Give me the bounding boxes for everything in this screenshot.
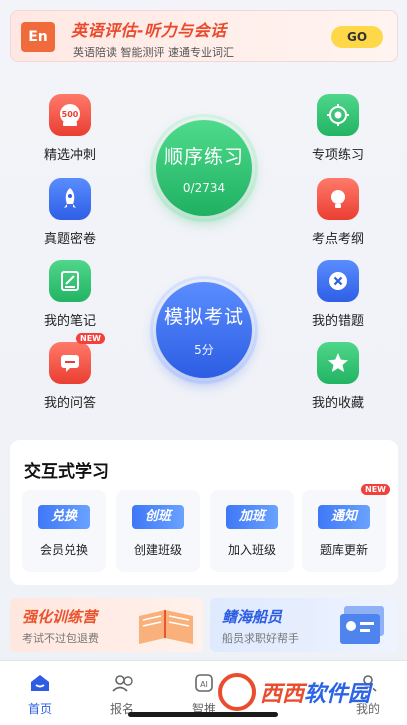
promo-title: 鳍海船员 (222, 608, 283, 626)
item-label: 会员兑换 (39, 543, 88, 557)
grid-label: 考点考纲 (311, 232, 364, 247)
redeem-icon: 兑换 (38, 505, 90, 529)
watermark-text: 西西软件园 (260, 682, 371, 707)
ai-icon: AI (195, 674, 213, 692)
grid-label: 我的笔记 (43, 314, 96, 329)
nav-register[interactable]: 报名 (92, 673, 152, 717)
grid-item-sprint[interactable]: 500 精选冲刺 (30, 94, 110, 163)
item-label: 创建班级 (133, 543, 182, 557)
book-icon (139, 610, 193, 644)
grid-item-favorites[interactable]: 我的收藏 (298, 342, 378, 411)
training-camp-promo[interactable]: 强化训练营 考试不过包退费 (10, 598, 203, 652)
sequential-title: 顺序练习 (163, 145, 244, 168)
home-icon (31, 675, 49, 691)
item-label: 题库更新 (319, 543, 368, 557)
banner-title: 英语评估-听力与会话 (71, 21, 227, 40)
question-bank-update-item[interactable]: 通知 题库更新 NEW (302, 484, 390, 572)
grid-label: 精选冲刺 (43, 148, 96, 163)
sequential-progress: 0/2734 (182, 180, 226, 195)
create-class-icon: 创班 (132, 505, 184, 529)
membership-redeem-item[interactable]: 兑换 会员兑换 (22, 490, 106, 572)
promo-subtitle: 考试不过包退费 (22, 632, 99, 645)
grid-item-special-practice[interactable]: 专项练习 (298, 94, 378, 163)
join-class-icon: 加班 (226, 505, 278, 529)
lightbulb-icon (317, 178, 359, 220)
grid-item-qa[interactable]: NEW 我的问答 (30, 333, 110, 411)
new-badge: NEW (76, 333, 105, 344)
go-button[interactable]: GO (331, 26, 383, 48)
svg-text:AI: AI (200, 680, 208, 689)
watermark-logo: 西西软件园 (218, 672, 388, 712)
create-class-item[interactable]: 创班 创建班级 (116, 490, 200, 572)
grid-label: 我的错题 (311, 314, 364, 329)
id-card-icon (340, 606, 384, 644)
rocket-icon (49, 178, 91, 220)
new-badge: NEW (361, 484, 390, 495)
item-label: 加入班级 (227, 543, 276, 557)
star-icon (317, 342, 359, 384)
banner-subtitle: 英语陪读 智能测评 速通专业词汇 (73, 46, 234, 59)
practice-panel: 500 精选冲刺 真题密卷 我的笔记 NEW 我的问答 专项练习 考点考纲 我的… (10, 78, 398, 424)
section-title: 交互式学习 (24, 462, 109, 482)
nav-label: 首页 (27, 702, 52, 716)
x-circle-icon (317, 260, 359, 302)
notice-icon: 通知 (318, 505, 370, 529)
watermark-circle-icon (218, 673, 256, 711)
chat-icon: NEW (49, 333, 105, 384)
promo-subtitle: 船员求职好帮手 (222, 632, 299, 645)
promo-title: 强化训练营 (22, 608, 98, 626)
grid-item-notes[interactable]: 我的笔记 (30, 260, 110, 329)
grid-label: 我的收藏 (311, 396, 364, 411)
grid-item-exam-papers[interactable]: 真题密卷 (30, 178, 110, 247)
500-badge-icon: 500 (49, 94, 91, 136)
nav-home[interactable]: 首页 (10, 673, 70, 717)
mock-exam-duration: 5分 (194, 343, 214, 357)
grid-item-wrong-questions[interactable]: 我的错题 (298, 260, 378, 329)
home-indicator (128, 712, 278, 717)
target-icon (317, 94, 359, 136)
crew-promo[interactable]: 鳍海船员 船员求职好帮手 (210, 598, 398, 652)
en-logo-icon: En (21, 22, 55, 52)
promo-banner[interactable]: En 英语评估-听力与会话 英语陪读 智能测评 速通专业词汇 GO (10, 10, 398, 62)
grid-label: 专项练习 (311, 148, 364, 163)
sequential-practice-button[interactable]: 顺序练习 0/2734 (156, 120, 252, 216)
mock-exam-button[interactable]: 模拟考试 5分 (156, 282, 252, 378)
svg-text:500: 500 (62, 110, 79, 119)
grid-label: 我的问答 (43, 396, 96, 411)
grid-item-syllabus[interactable]: 考点考纲 (298, 178, 378, 247)
notebook-icon (49, 260, 91, 302)
register-icon (112, 675, 133, 692)
interactive-learning-card: 交互式学习 兑换 会员兑换 创班 创建班级 加班 加入班级 通知 题库更新 NE… (10, 440, 398, 585)
mock-exam-title: 模拟考试 (163, 306, 244, 328)
grid-label: 真题密卷 (43, 232, 96, 247)
app-page: En 英语评估-听力与会话 英语陪读 智能测评 速通专业词汇 GO 500 精选… (0, 0, 407, 725)
join-class-item[interactable]: 加班 加入班级 (210, 490, 294, 572)
